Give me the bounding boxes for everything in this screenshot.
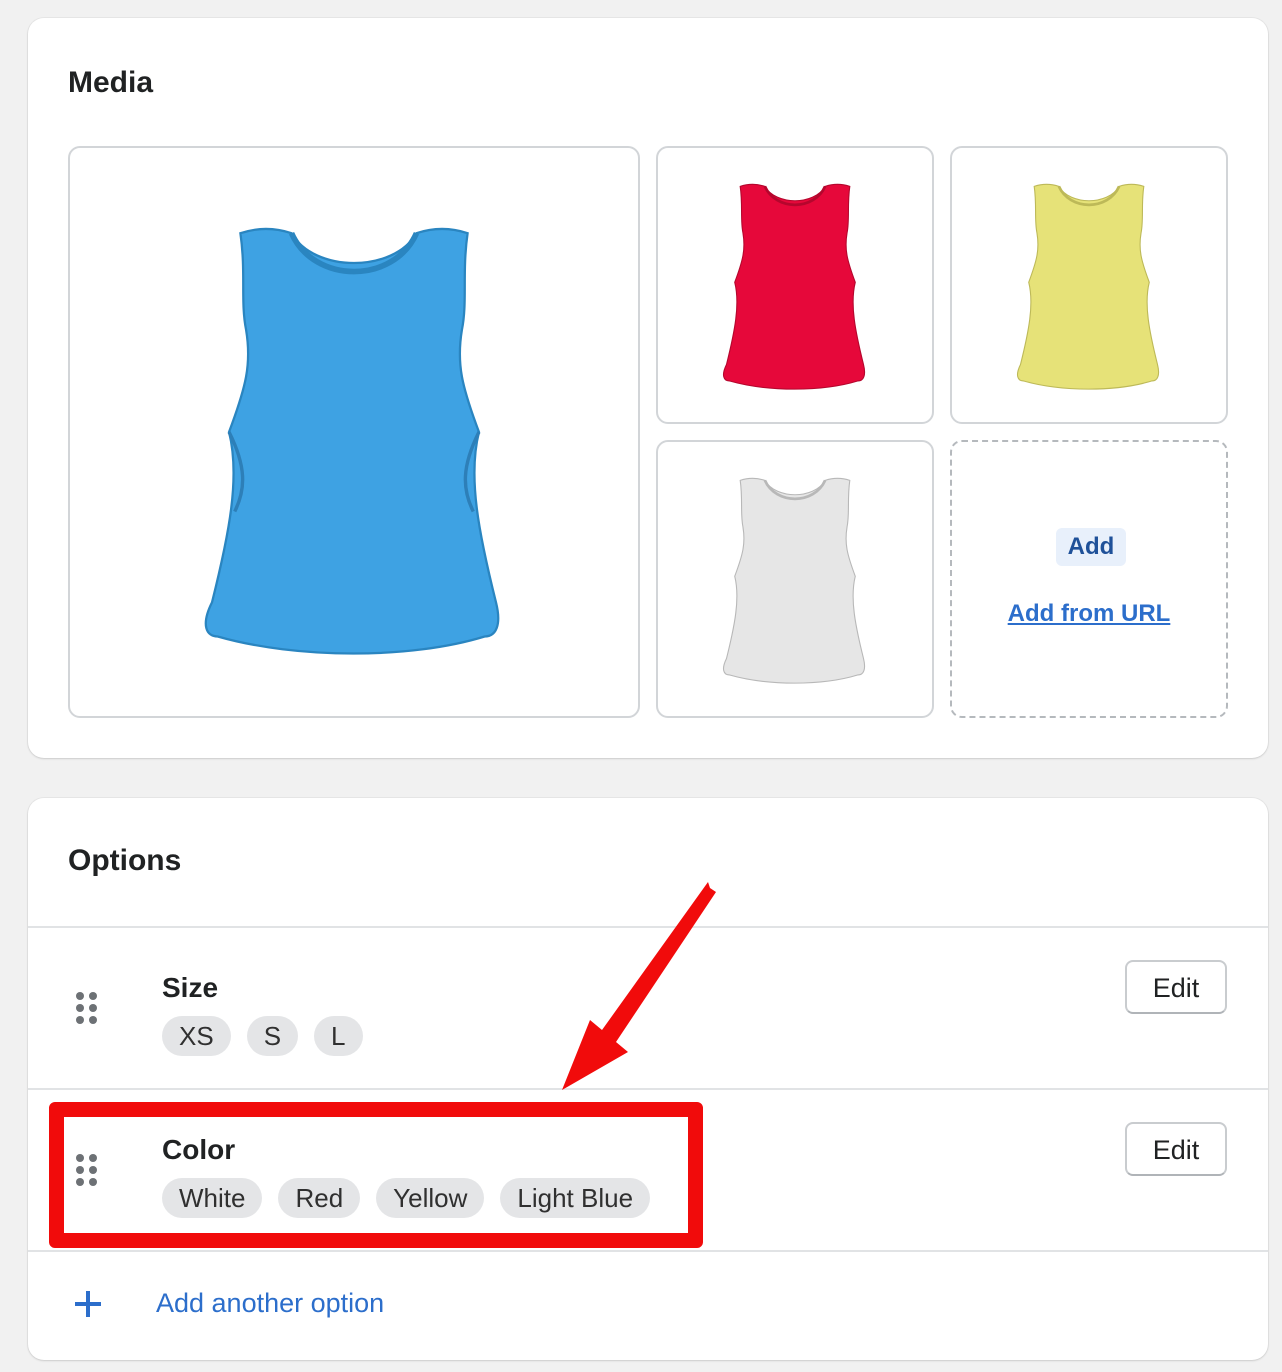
option-value-chip: L	[314, 1016, 363, 1056]
media-dropzone[interactable]: Add Add from URL	[950, 440, 1228, 718]
tank-top-image	[204, 227, 500, 655]
media-card: Media Add Add from URL	[28, 18, 1268, 758]
divider	[28, 1250, 1268, 1252]
option-name: Size	[162, 972, 219, 1003]
media-image-white-tank-top[interactable]	[656, 440, 934, 718]
media-image-light-blue-tank-top[interactable]	[68, 146, 640, 718]
media-image-red-tank-top[interactable]	[656, 146, 934, 424]
tank-top-image	[1016, 183, 1160, 390]
add-another-option-label: Add another option	[156, 1288, 385, 1318]
option-value-chip: XS	[162, 1016, 231, 1056]
option-values: XS S L	[162, 1016, 363, 1056]
tank-top-image	[722, 477, 866, 684]
edit-color-button[interactable]: Edit	[1125, 1122, 1227, 1176]
add-from-url-link[interactable]: Add from URL	[952, 600, 1226, 628]
annotation-highlight-box	[49, 1102, 703, 1248]
drag-handle-icon[interactable]	[76, 992, 100, 1028]
add-media-button[interactable]: Add	[1056, 528, 1126, 566]
add-another-option-button[interactable]: Add another option	[28, 1270, 1268, 1340]
options-title: Options	[68, 844, 182, 877]
media-image-yellow-tank-top[interactable]	[950, 146, 1228, 424]
media-title: Media	[68, 66, 154, 99]
tank-top-image	[722, 183, 866, 390]
edit-size-button[interactable]: Edit	[1125, 960, 1227, 1014]
annotation-arrow-icon	[562, 882, 716, 1090]
plus-icon	[75, 1291, 101, 1317]
option-value-chip: S	[246, 1016, 299, 1056]
